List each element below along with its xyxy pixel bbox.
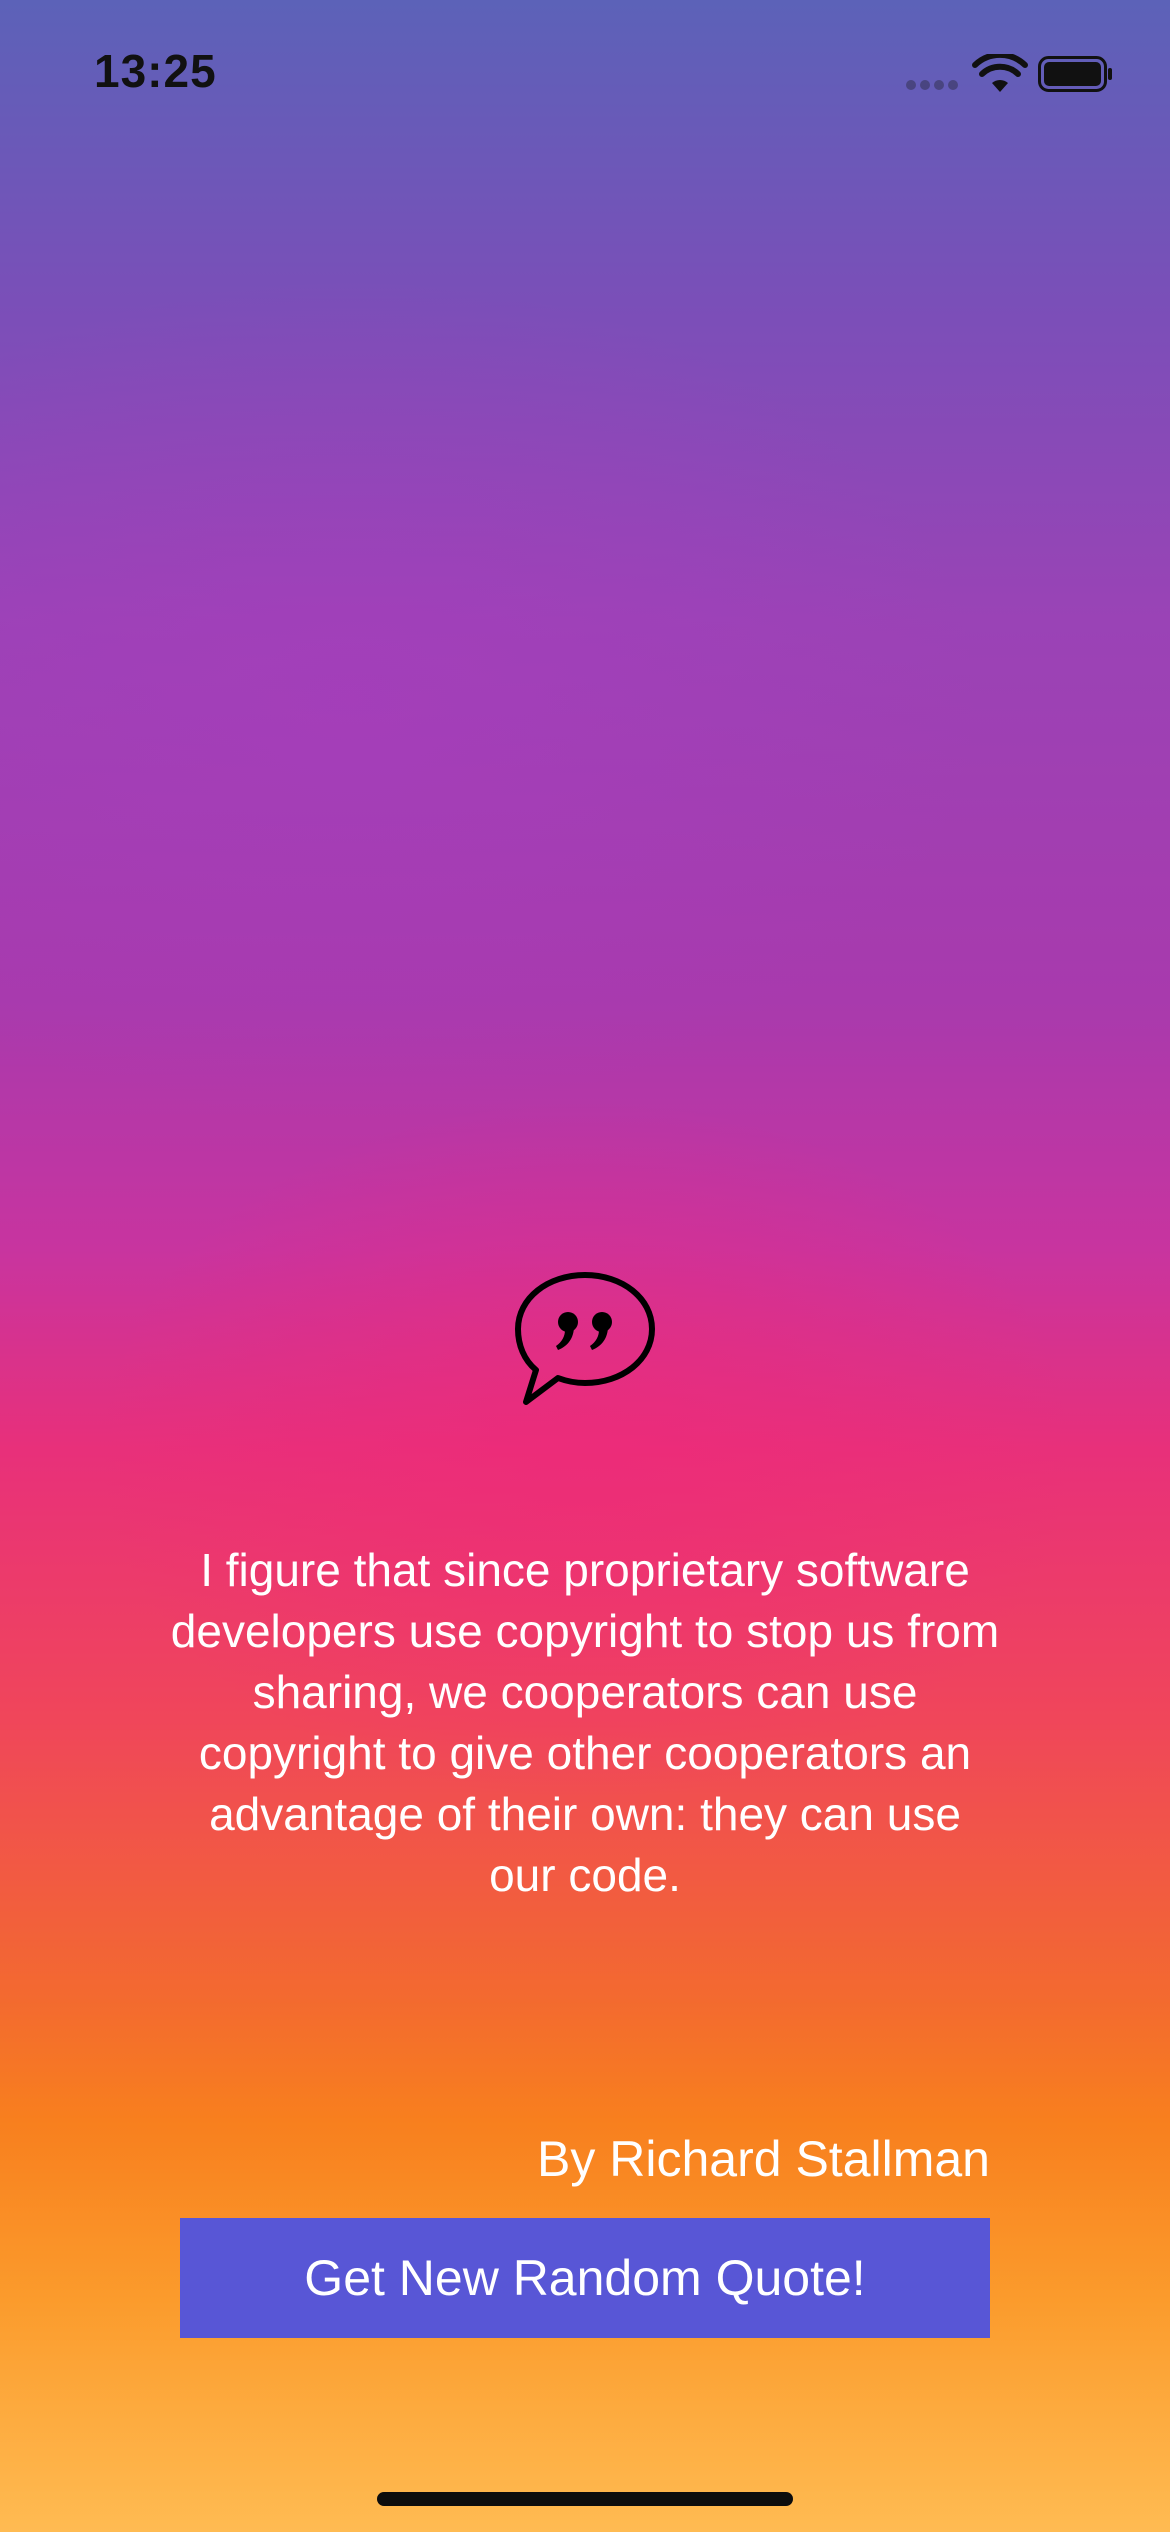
wifi-icon	[972, 54, 1028, 92]
home-indicator[interactable]	[377, 2492, 793, 2506]
cellular-signal-icon	[906, 80, 960, 90]
quote-text: I figure that since proprietary software…	[170, 1544, 1000, 1901]
battery-icon	[1038, 56, 1112, 92]
quote-bubble-icon	[515, 1272, 655, 1405]
new-random-quote-button[interactable]: Get New Random Quote!	[180, 2218, 990, 2338]
status-time: 13:25	[94, 45, 217, 97]
quote-author: By Richard Stallman	[537, 2131, 990, 2187]
